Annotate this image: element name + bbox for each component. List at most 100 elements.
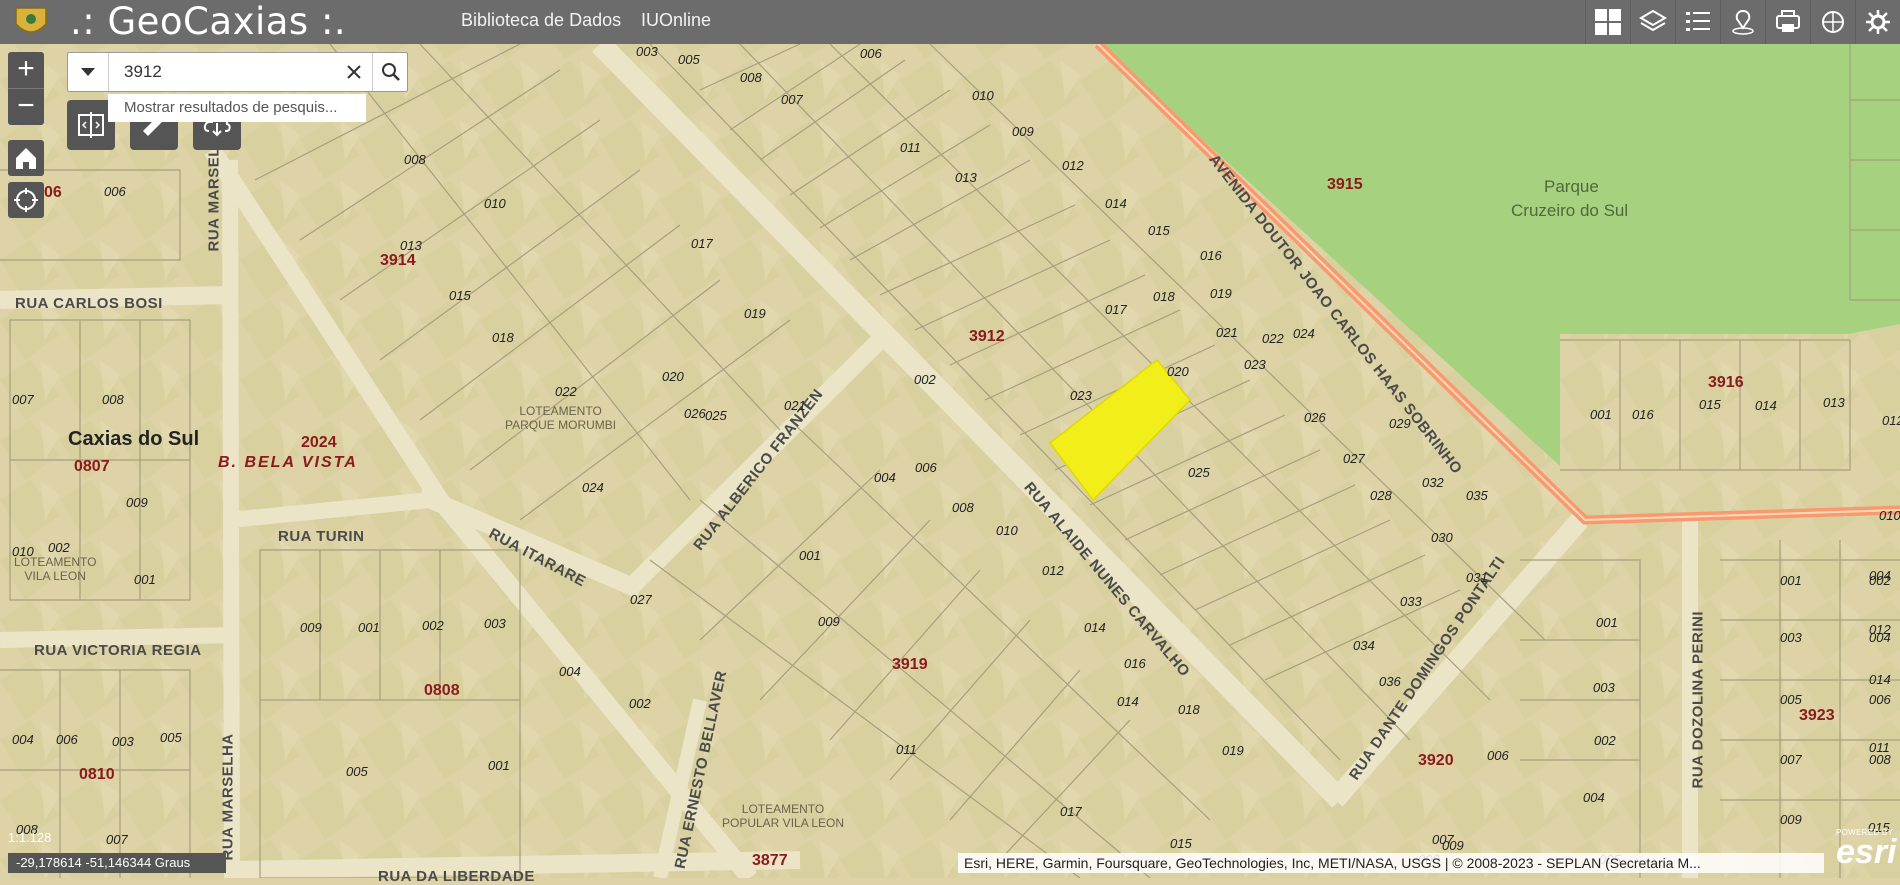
search-widget: 3912 xyxy=(67,52,408,92)
block-label: 0808 xyxy=(424,682,460,699)
lot-number: 001 xyxy=(358,620,380,635)
lot-number: 018 xyxy=(492,330,514,345)
lot-number: 001 xyxy=(799,548,821,563)
lot-number: 006 xyxy=(104,184,126,199)
lot-number: 022 xyxy=(555,384,577,399)
subdivision-label: LOTEAMENTO VILA LEON xyxy=(14,555,97,583)
lot-number: 002 xyxy=(48,540,70,555)
lot-number: 019 xyxy=(1222,743,1244,758)
legend-icon[interactable] xyxy=(1675,0,1720,44)
lot-number: 023 xyxy=(1244,357,1266,372)
search-button[interactable] xyxy=(372,53,409,91)
lot-number: 005 xyxy=(1780,692,1802,707)
header-toolbar xyxy=(1585,0,1900,44)
zoom-out-button[interactable]: − xyxy=(8,88,44,125)
layers-icon[interactable] xyxy=(1630,0,1675,44)
link-iuonline[interactable]: IUOnline xyxy=(641,0,711,40)
block-label: 3920 xyxy=(1418,752,1454,769)
print-icon[interactable] xyxy=(1765,0,1810,44)
block-label: 3914 xyxy=(380,252,416,269)
street-label: RUA DA LIBERDADE xyxy=(378,868,535,885)
park-label-line-2: Cruzeiro do Sul xyxy=(1511,201,1629,220)
lot-number: 009 xyxy=(300,620,322,635)
lot-number: 011 xyxy=(900,140,921,155)
lot-number: 003 xyxy=(636,44,658,59)
subdivision-label: LOTEAMENTO PARQUE MORUMBI xyxy=(505,404,617,432)
street-label: RUA VICTORIA REGIA xyxy=(34,642,202,659)
home-button[interactable] xyxy=(8,140,44,176)
block-label: 3877 xyxy=(752,852,788,869)
lot-number: 017 xyxy=(1060,804,1082,819)
location-icon[interactable] xyxy=(1720,0,1765,44)
lot-number: 002 xyxy=(629,696,651,711)
close-icon xyxy=(347,65,361,79)
lot-number: 015 xyxy=(1148,223,1170,238)
lot-number: 010 xyxy=(484,196,506,211)
lot-number: 015 xyxy=(1170,836,1192,851)
lot-number: 001 xyxy=(1590,407,1612,422)
lot-number: 018 xyxy=(1153,289,1175,304)
lot-number: 019 xyxy=(744,306,766,321)
lot-number: 036 xyxy=(1379,674,1401,689)
lot-number: 031 xyxy=(1466,570,1488,585)
lot-number: 006 xyxy=(915,460,937,475)
lot-number: 008 xyxy=(404,152,426,167)
lot-number: 009 xyxy=(818,614,840,629)
lot-number: 007 xyxy=(106,832,128,847)
lot-number: 021 xyxy=(784,398,806,413)
search-source-dropdown[interactable] xyxy=(68,53,109,91)
locate-button[interactable] xyxy=(8,182,44,218)
lot-number: 035 xyxy=(1466,488,1488,503)
lot-number: 014 xyxy=(1755,398,1777,413)
street-label: RUA DOZOLINA PERINI xyxy=(1689,610,1707,789)
lot-number: 010 xyxy=(972,88,994,103)
lot-number: 010 xyxy=(12,544,34,559)
block-label: 0810 xyxy=(79,766,115,783)
swipe-icon xyxy=(78,112,104,138)
lot-number: 020 xyxy=(662,369,684,384)
lot-number: 023 xyxy=(1070,388,1092,403)
block-label: 3912 xyxy=(969,328,1005,345)
zoom-control: + − xyxy=(8,52,44,125)
lot-number: 009 xyxy=(126,495,148,510)
search-suggestion[interactable]: Mostrar resultados de pesquis... xyxy=(108,94,366,122)
block-label: 3915 xyxy=(1327,176,1363,193)
lot-number: 024 xyxy=(582,480,604,495)
lot-number: 012 xyxy=(1882,413,1900,428)
app-header: .: GeoCaxias :. Biblioteca de Dados IUOn… xyxy=(0,0,1900,44)
map-attribution: Esri, HERE, Garmin, Foursquare, GeoTechn… xyxy=(958,853,1824,873)
lot-number: 003 xyxy=(112,734,134,749)
lot-number: 001 xyxy=(134,572,156,587)
analysis-icon[interactable] xyxy=(1810,0,1855,44)
lot-number: 005 xyxy=(346,764,368,779)
clear-search-button[interactable] xyxy=(336,53,372,91)
lot-number: 033 xyxy=(1400,594,1422,609)
lot-number: 006 xyxy=(56,732,78,747)
lot-number: 024 xyxy=(1293,326,1315,341)
lot-number: 001 xyxy=(1596,615,1618,630)
lot-number: 006 xyxy=(1487,748,1509,763)
block-label: 2024 xyxy=(301,434,337,451)
lot-number: 001 xyxy=(488,758,510,773)
search-input[interactable]: 3912 xyxy=(124,53,162,91)
app-title: .: GeoCaxias :. xyxy=(70,0,347,43)
lot-number: 015 xyxy=(449,288,471,303)
lot-number: 011 xyxy=(896,742,917,757)
lot-number: 034 xyxy=(1353,638,1375,653)
settings-icon[interactable] xyxy=(1855,0,1900,44)
lot-number: 010 xyxy=(996,523,1018,538)
zoom-in-button[interactable]: + xyxy=(8,52,44,88)
lot-number: 006 xyxy=(860,46,882,61)
lot-number: 022 xyxy=(1262,331,1284,346)
lot-number: 005 xyxy=(160,730,182,745)
city-crest-icon xyxy=(12,4,50,40)
lot-number: 005 xyxy=(678,52,700,67)
basemap-gallery-icon[interactable] xyxy=(1585,0,1630,44)
lot-number: 003 xyxy=(1780,630,1802,645)
lot-number: 025 xyxy=(1188,465,1210,480)
link-biblioteca-de-dados[interactable]: Biblioteca de Dados xyxy=(461,0,621,40)
crosshair-icon xyxy=(14,188,38,212)
lot-number: 029 xyxy=(1389,416,1411,431)
block-label: 3916 xyxy=(1708,374,1744,391)
lot-number: 002 xyxy=(1594,733,1616,748)
